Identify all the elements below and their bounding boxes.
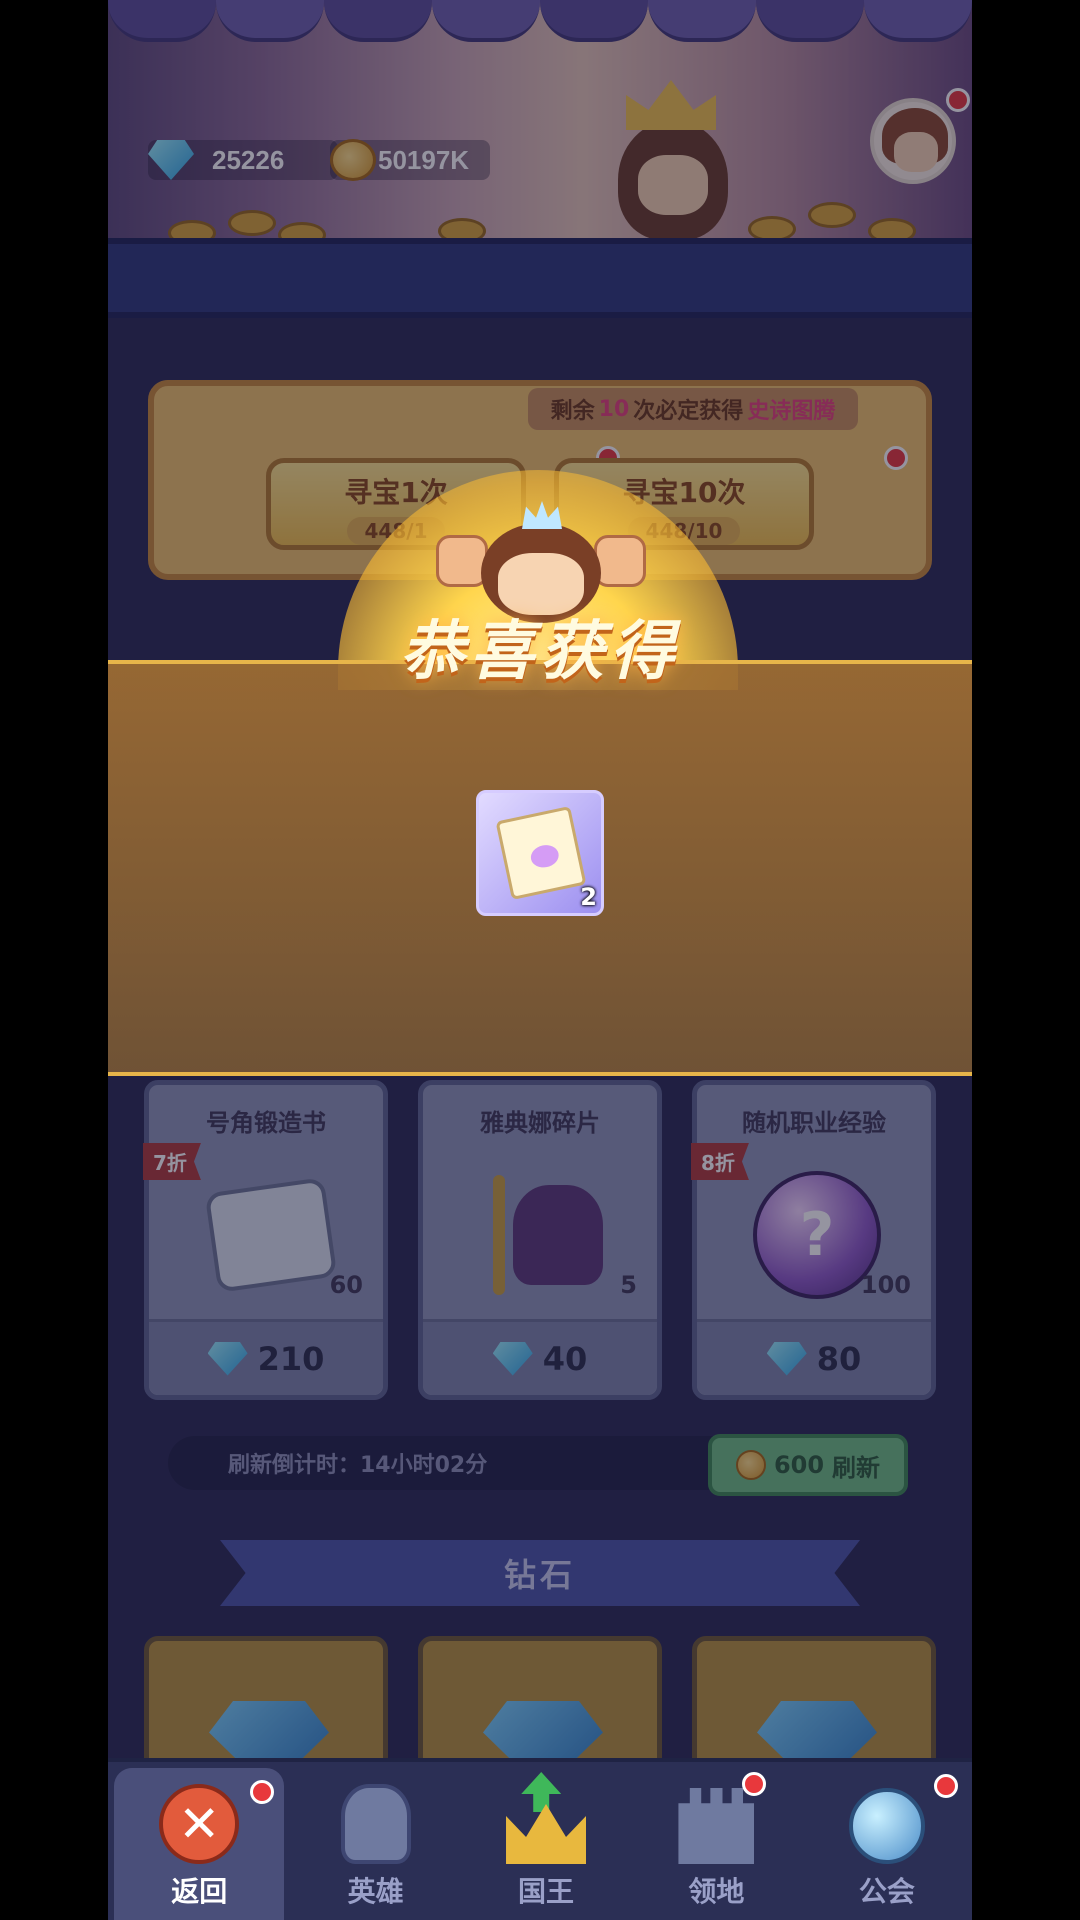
planet-icon bbox=[848, 1788, 925, 1864]
integral-scroll-icon bbox=[495, 805, 587, 901]
crown-icon bbox=[506, 1804, 587, 1864]
nav-label: 公会 bbox=[858, 1875, 915, 1908]
game-screen: 25226 50197K 剩余 10 次必定获得 史诗图腾 寻宝1次 448/1… bbox=[108, 0, 972, 1920]
nav-king[interactable]: 国王 bbox=[461, 1762, 631, 1920]
nav-label: 国王 bbox=[518, 1875, 575, 1908]
nav-label: 领地 bbox=[688, 1875, 745, 1908]
reward-item[interactable]: 2 bbox=[476, 790, 604, 916]
nav-back[interactable]: ✕ 返回 bbox=[114, 1768, 285, 1920]
helmet-icon bbox=[340, 1784, 411, 1864]
nav-notification-dot bbox=[934, 1774, 959, 1798]
popup-title: 恭喜获得 bbox=[400, 615, 680, 689]
nav-notification-dot bbox=[741, 1772, 766, 1796]
nav-heroes[interactable]: 英雄 bbox=[290, 1762, 460, 1920]
nav-territory[interactable]: 领地 bbox=[631, 1762, 801, 1920]
nav-label: 返回 bbox=[171, 1875, 228, 1908]
nav-guild[interactable]: 公会 bbox=[802, 1762, 972, 1920]
bottom-nav: ✕ 返回 英雄 国王 领地 公会 bbox=[108, 1758, 972, 1920]
nav-notification-dot bbox=[250, 1780, 275, 1804]
close-icon: ✕ bbox=[159, 1784, 240, 1864]
reward-quantity: 2 bbox=[580, 883, 597, 911]
upgrade-arrow-icon bbox=[521, 1772, 562, 1812]
castle-icon bbox=[678, 1788, 755, 1864]
nav-label: 英雄 bbox=[347, 1875, 404, 1908]
